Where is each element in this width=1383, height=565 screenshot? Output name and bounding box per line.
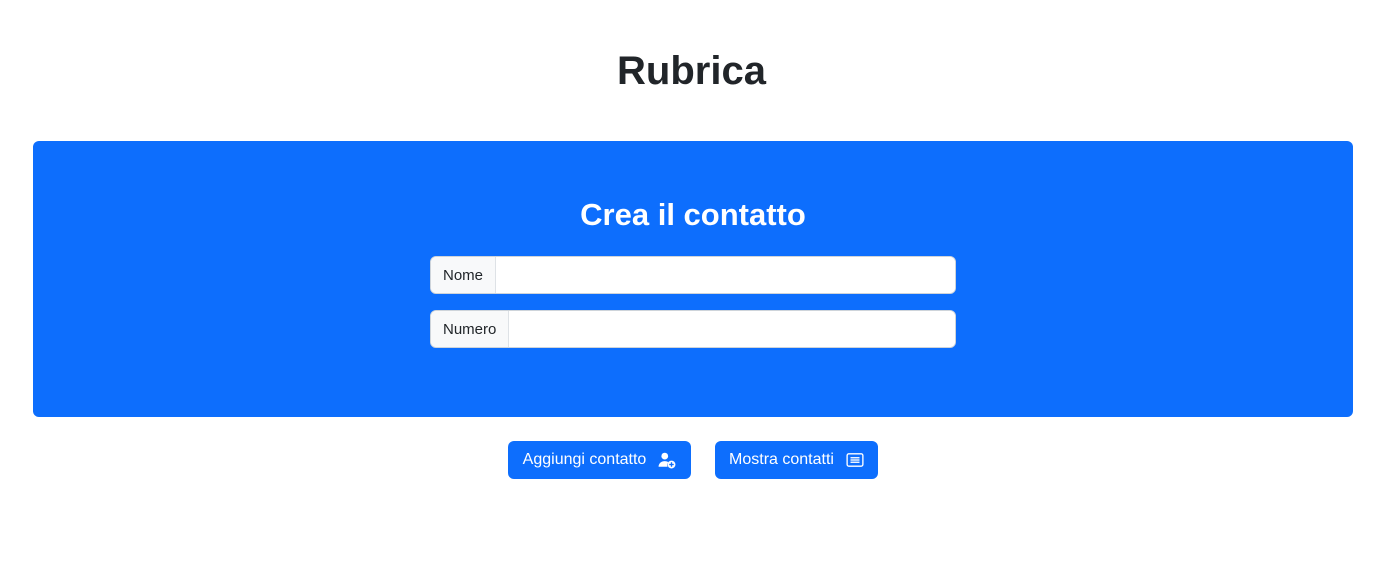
add-contact-button[interactable]: Aggiungi contatto [508,441,691,479]
show-contacts-button[interactable]: Mostra contatti [715,441,878,479]
name-label: Nome [431,257,497,293]
show-contacts-label: Mostra contatti [729,451,834,468]
form-title: Crea il contatto [580,197,806,232]
person-add-icon [658,451,676,469]
number-input-group: Numero [430,310,956,348]
page-title: Rubrica [617,49,766,93]
list-card-icon [846,451,864,469]
number-input[interactable] [509,311,955,347]
page: Rubrica Crea il contatto Nome Numero Agg… [0,0,1383,565]
name-input[interactable] [496,257,955,293]
create-contact-panel: Crea il contatto Nome Numero [33,141,1353,417]
add-contact-label: Aggiungi contatto [522,451,647,468]
name-input-group: Nome [430,256,956,294]
number-label: Numero [431,311,510,347]
